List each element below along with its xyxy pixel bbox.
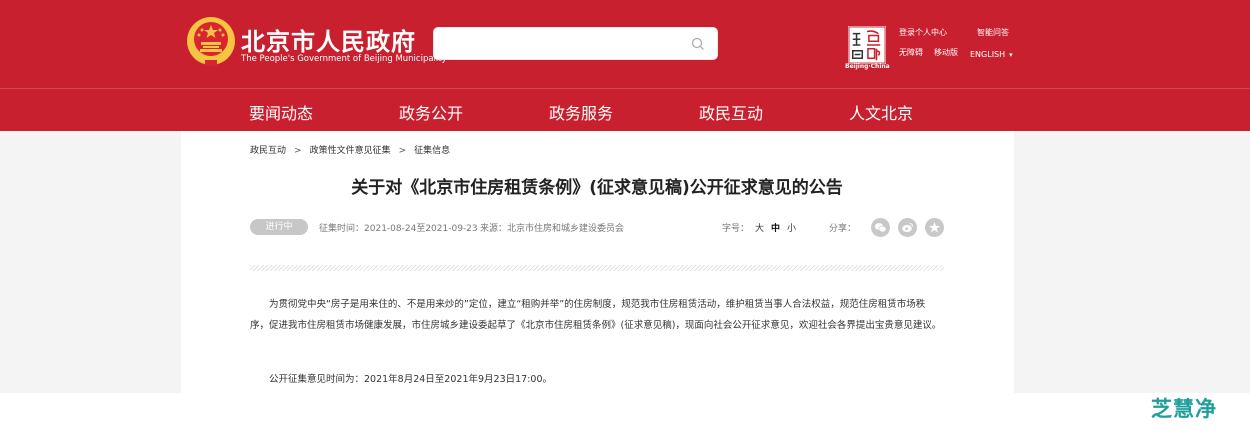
weibo-share-button[interactable] [898, 218, 917, 237]
search-icon[interactable] [691, 37, 705, 51]
nav-item-gov-affairs-open[interactable]: 政务公开 [399, 100, 463, 124]
article-source: 来源：北京市住房和城乡建设委员会 [480, 221, 624, 234]
main-nav: 要闻动态 政务公开 政务服务 政民互动 人文北京 [0, 88, 1250, 131]
font-size-label: 字号： [722, 224, 750, 234]
chevron-down-icon: ▾ [1009, 51, 1013, 59]
breadcrumb-separator-icon: > [294, 146, 302, 156]
collection-period-label: 征集时间： [319, 224, 365, 234]
favorite-share-button[interactable] [925, 218, 944, 237]
font-size-small-button[interactable]: 小 [787, 221, 796, 234]
national-emblem-icon [187, 17, 235, 66]
collection-period-value: 2021-08-24至2021-09-23 [364, 224, 478, 234]
language-selector[interactable]: ENGLISH ▾ [970, 50, 1013, 59]
breadcrumb-item-interaction[interactable]: 政民互动 [250, 146, 286, 156]
article-paragraph: 公开征集意见时间为：2021年8月24日至2021年9月23日17:00。 [269, 374, 552, 385]
mobile-version-link[interactable]: 移动版 [934, 47, 958, 58]
source-label: 来源： [480, 224, 508, 234]
article-paragraph: 为贯彻党中央“房子是用来住的、不是用来炒的”定位，建立“租购并举”的住房制度，规… [250, 299, 942, 331]
collection-period: 征集时间：2021-08-24至2021-09-23 [319, 221, 478, 234]
nav-item-interaction[interactable]: 政民互动 [699, 100, 763, 124]
site-title[interactable]: 北京市人民政府 [241, 22, 416, 57]
search-input[interactable] [433, 27, 718, 60]
language-label: ENGLISH [970, 50, 1006, 59]
smart-qa-link[interactable]: 智能问答 [977, 27, 1009, 38]
status-badge: 进行中 [250, 219, 308, 235]
capital-seal-logo-icon [847, 25, 887, 65]
seal-caption: Beijing·China [845, 63, 890, 70]
section-divider [250, 265, 944, 271]
site-subtitle: The People's Government of Beijing Munic… [241, 54, 447, 64]
nav-item-culture[interactable]: 人文北京 [849, 100, 913, 124]
breadcrumb-item-collection-info[interactable]: 征集信息 [414, 146, 450, 156]
nav-item-gov-services[interactable]: 政务服务 [549, 100, 613, 124]
wechat-icon [874, 223, 887, 233]
site-header: 北京市人民政府 The People's Government of Beiji… [0, 0, 1250, 88]
watermark-logo: 芝慧净 [1151, 397, 1217, 421]
wechat-share-button[interactable] [871, 218, 890, 237]
article-title: 关于对《北京市住房租赁条例》(征求意见稿)公开征求意见的公告 [351, 178, 843, 198]
source-value: 北京市住房和城乡建设委员会 [507, 224, 625, 234]
breadcrumb-item-policy-comments[interactable]: 政策性文件意见征集 [310, 146, 391, 156]
accessibility-link[interactable]: 无障碍 [899, 47, 923, 58]
breadcrumb-separator-icon: > [398, 146, 407, 156]
font-size-large-button[interactable]: 大 [755, 221, 764, 234]
font-size-medium-button[interactable]: 中 [771, 221, 780, 234]
star-icon [929, 222, 940, 233]
breadcrumb: 政民互动 > 政策性文件意见征集 > 征集信息 [250, 143, 450, 156]
weibo-icon [902, 223, 913, 232]
nav-item-news[interactable]: 要闻动态 [249, 100, 313, 124]
personal-center-link[interactable]: 登录个人中心 [899, 27, 947, 38]
share-label: 分享： [829, 224, 857, 234]
